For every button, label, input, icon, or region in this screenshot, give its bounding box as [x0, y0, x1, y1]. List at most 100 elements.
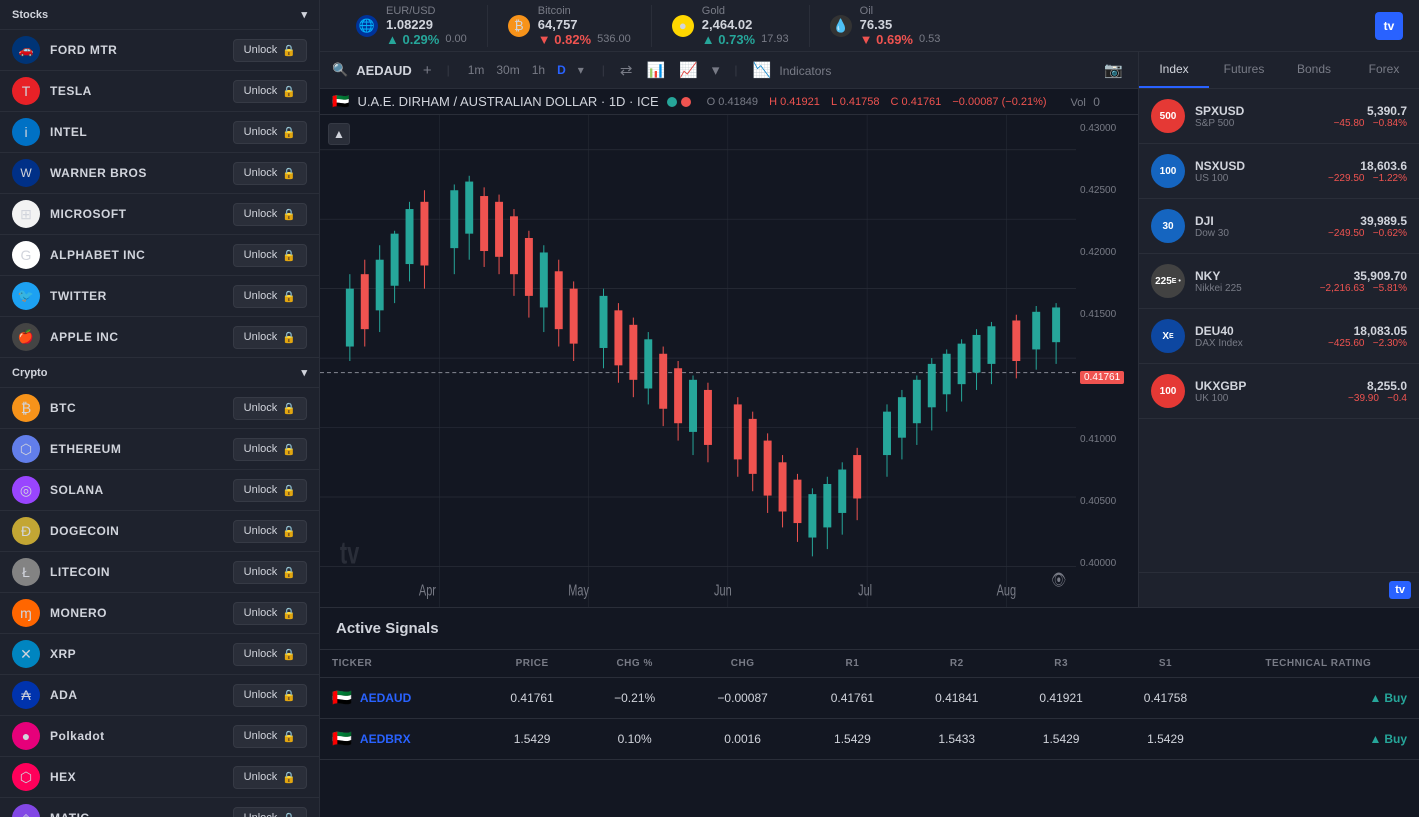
signals-tbody: 🇦🇪AEDAUD0.41761−0.21%−0.000870.417610.41…: [320, 678, 1419, 760]
deu40-name: DEU40: [1195, 324, 1318, 338]
chart-style-btn[interactable]: 📈: [676, 58, 701, 82]
index-item-deu40[interactable]: XE DEU40 DAX Index 18,083.05 −425.60 −2.…: [1139, 309, 1419, 364]
index-item-nky[interactable]: 225E • NKY Nikkei 225 35,909.70 −2,216.6…: [1139, 254, 1419, 309]
ticker-oil[interactable]: 💧 Oil 76.35 ▼ 0.69% 0.53: [810, 5, 961, 47]
sidebar-item-microsoft[interactable]: ⊞ MICROSOFT Unlock 🔒: [0, 194, 319, 235]
sidebar-item-warner[interactable]: W WARNER BROS Unlock 🔒: [0, 153, 319, 194]
ford-unlock-btn[interactable]: Unlock 🔒: [233, 39, 307, 62]
ticker-eurusd[interactable]: 🌐 EUR/USD 1.08229 ▲ 0.29% 0.00: [336, 5, 488, 47]
sidebar-item-dot[interactable]: ● Polkadot Unlock 🔒: [0, 716, 319, 757]
chart-title-text: U.A.E. DIRHAM / AUSTRALIAN DOLLAR · 1D ·…: [357, 94, 658, 109]
matic-unlock-btn[interactable]: Unlock 🔒: [233, 807, 307, 817]
sidebar-item-doge[interactable]: Ð DOGECOIN Unlock 🔒: [0, 511, 319, 552]
twitter-unlock-btn[interactable]: Unlock 🔒: [233, 285, 307, 308]
chart-symbol[interactable]: AEDAUD: [356, 63, 412, 78]
lock-icon: 🔒: [282, 249, 296, 262]
ticker-gold[interactable]: ● Gold 2,464.02 ▲ 0.73% 17.93: [652, 5, 810, 47]
compare-btn[interactable]: ⇄: [617, 58, 636, 82]
sidebar-item-tesla[interactable]: T TESLA Unlock 🔒: [0, 71, 319, 112]
sidebar-item-sol[interactable]: ◎ SOLANA Unlock 🔒: [0, 470, 319, 511]
ltc-unlock-btn[interactable]: Unlock 🔒: [233, 561, 307, 584]
ticker-bitcoin[interactable]: ₿ Bitcoin 64,757 ▼ 0.82% 536.00: [488, 5, 652, 47]
index-tabs: IndexFuturesBondsForex: [1139, 52, 1419, 89]
hex-unlock-btn[interactable]: Unlock 🔒: [233, 766, 307, 789]
svg-text:Aug: Aug: [997, 581, 1016, 598]
microsoft-unlock-btn[interactable]: Unlock 🔒: [233, 203, 307, 226]
chart-up-btn[interactable]: ▲: [328, 123, 350, 145]
crypto-section-header[interactable]: Crypto ▾: [0, 358, 319, 388]
sol-unlock-btn[interactable]: Unlock 🔒: [233, 479, 307, 502]
stocks-section-header[interactable]: Stocks ▾: [0, 0, 319, 30]
deu40-name-col: DEU40 DAX Index: [1195, 324, 1318, 349]
deu40-values: 18,083.05 −425.60 −2.30%: [1328, 324, 1407, 349]
lock-icon: 🔒: [282, 85, 296, 98]
xrp-unlock-btn[interactable]: Unlock 🔒: [233, 643, 307, 666]
apple-unlock-btn[interactable]: Unlock 🔒: [233, 326, 307, 349]
row-cell-4: 0.41841: [905, 678, 1009, 719]
deu40-price: 18,083.05: [1328, 324, 1407, 338]
sidebar-item-ford[interactable]: 🚗 FORD MTR Unlock 🔒: [0, 30, 319, 71]
timeframe-1m[interactable]: 1m: [462, 60, 491, 80]
alphabet-unlock-btn[interactable]: Unlock 🔒: [233, 244, 307, 267]
sidebar-item-apple[interactable]: 🍎 APPLE INC Unlock 🔒: [0, 317, 319, 358]
xmr-unlock-btn[interactable]: Unlock 🔒: [233, 602, 307, 625]
row-ticker-AEDAUD[interactable]: 🇦🇪AEDAUD: [320, 678, 480, 719]
eth-unlock-btn[interactable]: Unlock 🔒: [233, 438, 307, 461]
sidebar-item-ada[interactable]: ₳ ADA Unlock 🔒: [0, 675, 319, 716]
index-item-nsx[interactable]: 100 NSXUSD US 100 18,603.6 −229.50 −1.22…: [1139, 144, 1419, 199]
svg-text:👁: 👁: [1051, 571, 1066, 590]
chart-open: O 0.41849: [707, 96, 758, 108]
intel-unlock-btn[interactable]: Unlock 🔒: [233, 121, 307, 144]
timeframe-dropdown[interactable]: ▾: [572, 60, 590, 80]
hex-name: HEX: [50, 770, 223, 784]
sidebar-item-matic[interactable]: ◈ MATIC Unlock 🔒: [0, 798, 319, 817]
dot-unlock-btn[interactable]: Unlock 🔒: [233, 725, 307, 748]
tesla-unlock-btn[interactable]: Unlock 🔒: [233, 80, 307, 103]
index-tab-bonds[interactable]: Bonds: [1279, 52, 1349, 88]
doge-unlock-btn[interactable]: Unlock 🔒: [233, 520, 307, 543]
timeframe-D[interactable]: D: [551, 60, 572, 80]
stocks-list: 🚗 FORD MTR Unlock 🔒 T TESLA Unlock 🔒 i I…: [0, 30, 319, 358]
dot-icon: ●: [12, 722, 40, 750]
indicators-btn[interactable]: 📉 Indicators: [750, 58, 835, 82]
tradingview-logo: tv: [1375, 12, 1403, 40]
ada-unlock-btn[interactable]: Unlock 🔒: [233, 684, 307, 707]
timeframe-30m[interactable]: 30m: [490, 60, 525, 80]
add-symbol-btn[interactable]: +: [420, 59, 435, 82]
svg-text:Jun: Jun: [714, 581, 732, 598]
sidebar-item-hex[interactable]: ⬡ HEX Unlock 🔒: [0, 757, 319, 798]
row-ticker-AEDBRX[interactable]: 🇦🇪AEDBRX: [320, 719, 480, 760]
sidebar-item-ltc[interactable]: Ł LITECOIN Unlock 🔒: [0, 552, 319, 593]
chart-type-btn[interactable]: 📊: [643, 58, 668, 82]
sidebar-item-eth[interactable]: ⬡ ETHEREUM Unlock 🔒: [0, 429, 319, 470]
sol-name: SOLANA: [50, 483, 223, 497]
screenshot-btn[interactable]: 📷: [1101, 58, 1126, 82]
index-item-ukxgbp[interactable]: 100 UKXGBP UK 100 8,255.0 −39.90 −0.4: [1139, 364, 1419, 419]
warner-name: WARNER BROS: [50, 166, 223, 180]
index-tab-forex[interactable]: Forex: [1349, 52, 1419, 88]
timeframe-1h[interactable]: 1h: [526, 60, 551, 80]
warner-unlock-btn[interactable]: Unlock 🔒: [233, 162, 307, 185]
sidebar-item-twitter[interactable]: 🐦 TWITTER Unlock 🔒: [0, 276, 319, 317]
gold-pct: ▲ 0.73%: [702, 32, 755, 47]
sidebar-item-xrp[interactable]: ✕ XRP Unlock 🔒: [0, 634, 319, 675]
col-technical-rating: TECHNICAL RATING: [1218, 650, 1419, 678]
unlock-label: Unlock: [244, 525, 278, 537]
unlock-label: Unlock: [244, 730, 278, 742]
sidebar-item-xmr[interactable]: ɱ MONERO Unlock 🔒: [0, 593, 319, 634]
eth-icon: ⬡: [12, 435, 40, 463]
sidebar-item-alphabet[interactable]: G ALPHABET INC Unlock 🔒: [0, 235, 319, 276]
sidebar-item-btc[interactable]: ₿ BTC Unlock 🔒: [0, 388, 319, 429]
oil-pct: ▼ 0.69%: [860, 32, 913, 47]
index-item-dji[interactable]: 30 DJI Dow 30 39,989.5 −249.50 −0.62%: [1139, 199, 1419, 254]
chart-style-dropdown[interactable]: ▾: [709, 58, 723, 82]
index-tab-index[interactable]: Index: [1139, 52, 1209, 88]
index-tab-futures[interactable]: Futures: [1209, 52, 1279, 88]
bottom-section: Active Signals TICKERPRICECHG %CHGR1R2R3…: [320, 607, 1419, 817]
btc-unlock-btn[interactable]: Unlock 🔒: [233, 397, 307, 420]
gold-change-row: ▲ 0.73% 17.93: [702, 32, 789, 47]
signals-thead: TICKERPRICECHG %CHGR1R2R3S1TECHNICAL RAT…: [320, 650, 1419, 678]
unlock-label: Unlock: [244, 566, 278, 578]
sidebar-item-intel[interactable]: i INTEL Unlock 🔒: [0, 112, 319, 153]
index-item-spx[interactable]: 500 SPXUSD S&P 500 5,390.7 −45.80 −0.84%: [1139, 89, 1419, 144]
